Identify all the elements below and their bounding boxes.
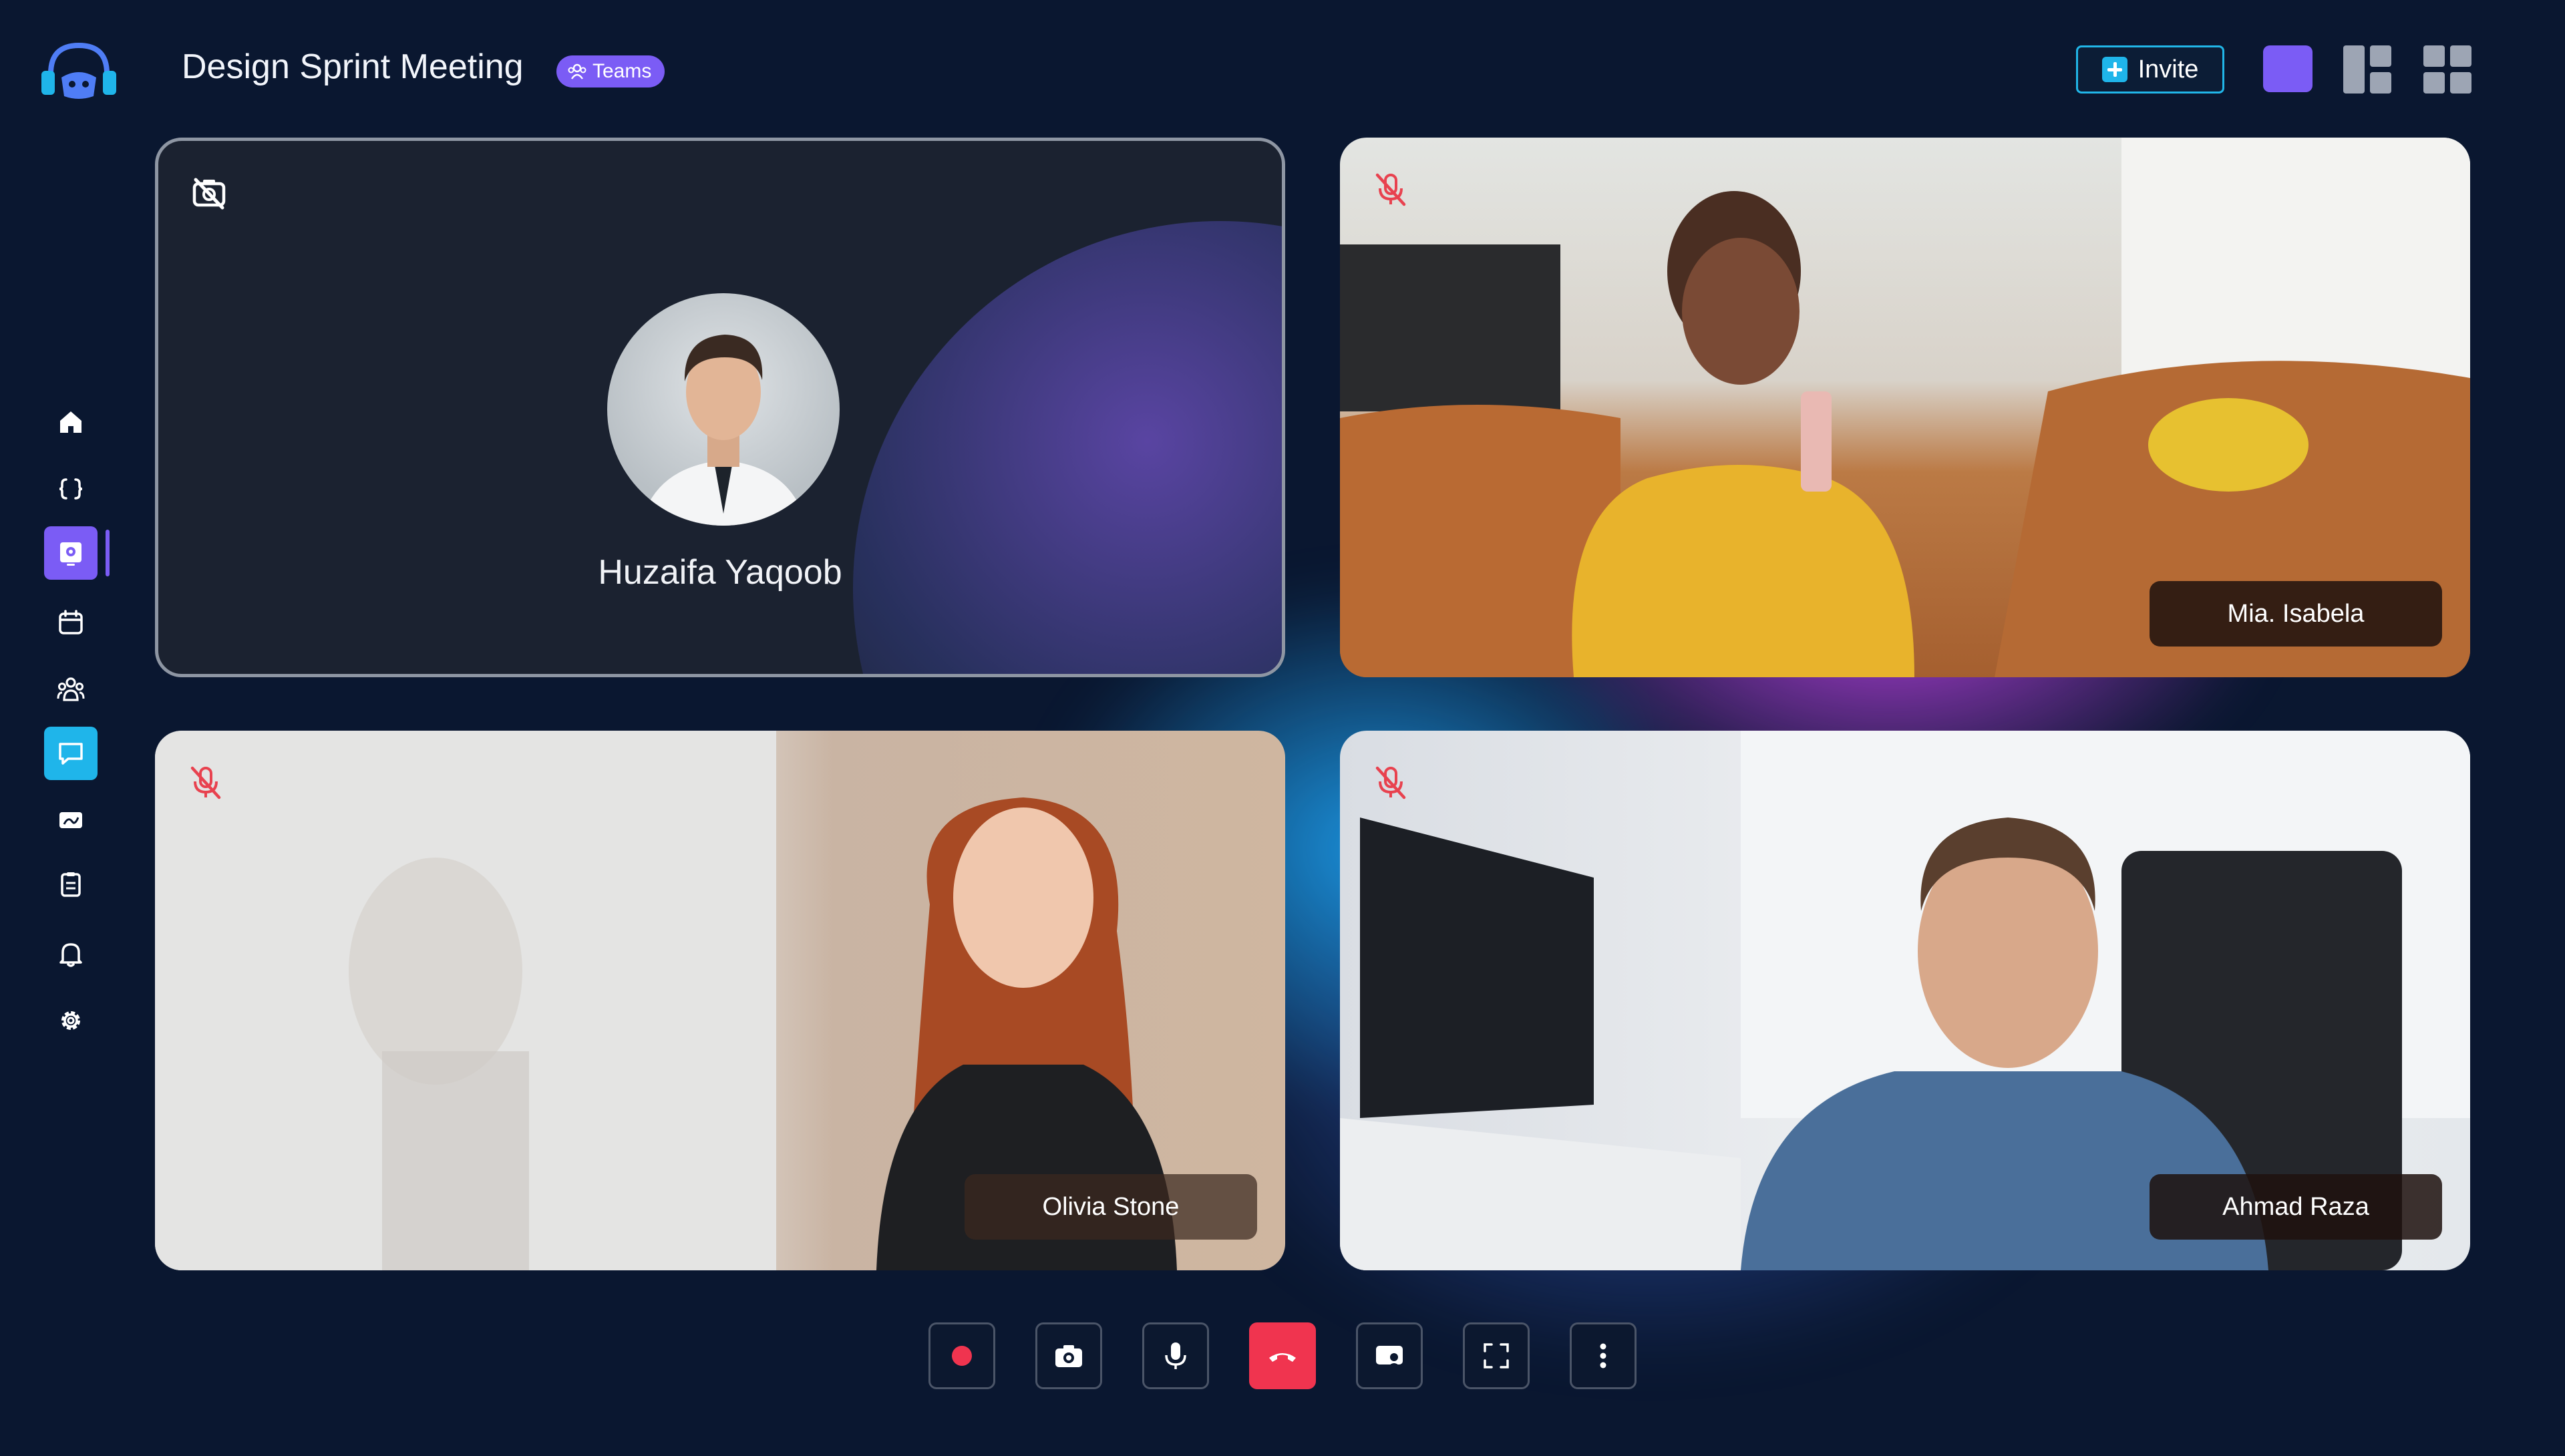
bell-icon [59,943,82,967]
participant-name: Huzaifa Yaqoob [598,553,842,592]
end-call-button[interactable] [1249,1322,1316,1389]
mic-muted-icon [1375,173,1406,206]
calendar-icon [59,610,83,634]
people-group-icon [57,677,85,701]
camera-off-icon [192,178,226,210]
code-braces-icon [59,478,83,500]
share-screen-button[interactable] [1356,1322,1423,1389]
video-tile-olivia[interactable]: Olivia Stone [155,731,1285,1270]
teams-badge: Teams [556,55,665,87]
fullscreen-icon [1484,1343,1509,1369]
chat-icon [59,743,83,765]
mic-muted-icon [1375,766,1406,799]
whiteboard-icon [59,812,82,828]
sidebar-item-team[interactable] [44,663,98,716]
camera-button[interactable] [1035,1322,1102,1389]
invite-button[interactable]: Invite [2076,45,2224,94]
tile-background-glow [853,221,1282,674]
sidebar-item-whiteboard[interactable] [44,793,98,847]
home-icon [60,411,81,433]
participant-name-tag: Olivia Stone [965,1174,1257,1240]
participant-name-tag: Mia. Isabela [2150,581,2442,647]
clipboard-icon [61,872,81,897]
active-indicator [106,530,110,576]
microphone-button[interactable] [1142,1322,1209,1389]
hang-up-icon [1269,1353,1296,1362]
sidebar-item-calendar[interactable] [44,596,98,649]
record-icon [952,1346,972,1366]
participant-name-tag: Ahmad Raza [2150,1174,2442,1240]
plus-icon [2101,57,2127,82]
more-options-button[interactable] [1570,1322,1637,1389]
sidebar-item-code[interactable] [44,462,98,516]
teams-badge-label: Teams [592,60,652,82]
video-screen-icon [60,542,81,566]
video-tile-mia[interactable]: Mia. Isabela [1340,138,2470,677]
sidebar-item-chat[interactable] [44,727,98,780]
sidebar-item-home[interactable] [44,395,98,449]
settings-gear-icon [61,1011,80,1030]
layout-split-button[interactable] [2343,45,2391,94]
video-tile-huzaifa[interactable]: Huzaifa Yaqoob [155,138,1285,677]
more-vertical-icon [1600,1343,1606,1369]
microphone-icon [1165,1342,1186,1369]
sidebar-item-meeting[interactable] [44,526,98,580]
share-screen-icon [1376,1346,1403,1366]
avatar [607,293,840,526]
layout-grid-button[interactable] [2423,45,2471,94]
camera-icon [1055,1345,1082,1367]
layout-single-button[interactable] [2263,45,2313,92]
sidebar-item-tasks[interactable] [44,858,98,911]
record-button[interactable] [928,1322,995,1389]
mic-muted-icon [190,766,221,799]
meeting-title: Design Sprint Meeting [182,47,524,86]
people-icon [568,63,586,79]
video-tile-ahmad[interactable]: Ahmad Raza [1340,731,2470,1270]
invite-button-label: Invite [2138,55,2199,83]
sidebar-item-notifications[interactable] [44,927,98,980]
sidebar-item-settings[interactable] [44,994,98,1047]
fullscreen-button[interactable] [1463,1322,1530,1389]
app-logo[interactable] [37,37,120,104]
